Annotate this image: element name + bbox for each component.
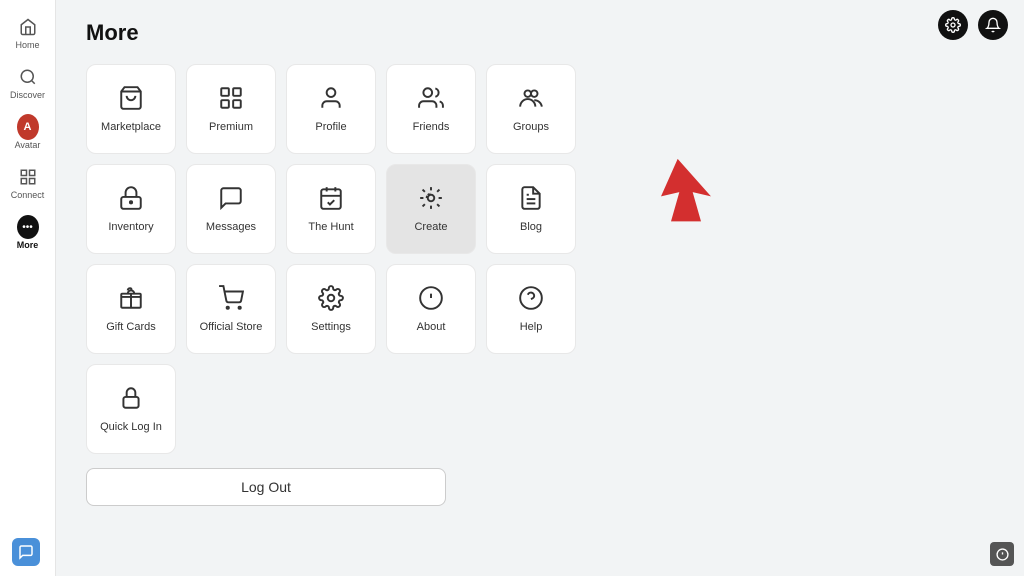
friends-label: Friends [413,121,450,133]
giftcards-label: Gift Cards [106,321,156,333]
sidebar-item-discover-label: Discover [10,90,45,100]
grid-row-1: Marketplace Premium Profile [86,64,994,154]
more-icon: ••• [17,216,39,238]
main-content: More Marketplace Premiu [56,0,1024,576]
sidebar-item-more[interactable]: ••• More [0,210,55,256]
blog-icon [518,185,544,215]
top-right-actions [938,10,1008,40]
grid-item-inventory[interactable]: Inventory [86,164,176,254]
logout-row: Log Out [86,468,994,506]
settings-icon [318,285,344,315]
bottom-chat-icon[interactable] [12,538,40,566]
grid-item-blog[interactable]: Blog [486,164,576,254]
grid-item-help[interactable]: Help [486,264,576,354]
profile-label: Profile [315,121,346,133]
home-icon [17,16,39,38]
grid-item-giftcards[interactable]: Gift Cards [86,264,176,354]
grid-item-profile[interactable]: Profile [286,64,376,154]
sidebar-item-avatar[interactable]: A Avatar [0,110,55,156]
help-icon [518,285,544,315]
messages-label: Messages [206,221,256,233]
groups-label: Groups [513,121,549,133]
officialstore-label: Official Store [200,321,263,333]
sidebar-item-more-label: More [17,240,39,250]
grid-row-4: Quick Log In [86,364,994,454]
sidebar-item-connect[interactable]: Connect [0,160,55,206]
sidebar-item-avatar-label: Avatar [15,140,41,150]
create-icon [418,185,444,215]
connect-icon [17,166,39,188]
grid-item-premium[interactable]: Premium [186,64,276,154]
inventory-label: Inventory [108,221,153,233]
sidebar-item-connect-label: Connect [11,190,45,200]
page-title: More [86,20,994,46]
sidebar-item-discover[interactable]: Discover [0,60,55,106]
logout-button[interactable]: Log Out [86,468,446,506]
sidebar-item-home[interactable]: Home [0,10,55,56]
grid-item-thehunt[interactable]: The Hunt [286,164,376,254]
grid-item-messages[interactable]: Messages [186,164,276,254]
giftcards-icon [118,285,144,315]
notification-icon[interactable] [978,10,1008,40]
grid-item-groups[interactable]: Groups [486,64,576,154]
messages-icon [218,185,244,215]
officialstore-icon [218,285,244,315]
quicklogin-icon [118,385,144,415]
bottom-right-icon [990,542,1014,566]
marketplace-icon [118,85,144,115]
discover-icon [17,66,39,88]
grid-item-about[interactable]: About [386,264,476,354]
create-label: Create [414,221,447,233]
grid-item-friends[interactable]: Friends [386,64,476,154]
marketplace-label: Marketplace [101,121,161,133]
profile-icon [318,85,344,115]
settings-label: Settings [311,321,351,333]
sidebar: Home Discover A Avatar Connect ••• More [0,0,56,576]
blog-label: Blog [520,221,542,233]
about-label: About [417,321,446,333]
quicklogin-label: Quick Log In [100,421,162,433]
thehunt-label: The Hunt [308,221,353,233]
about-icon [418,285,444,315]
grid-item-officialstore[interactable]: Official Store [186,264,276,354]
premium-icon [218,85,244,115]
friends-icon [418,85,444,115]
avatar-icon: A [17,116,39,138]
help-label: Help [520,321,543,333]
inventory-icon [118,185,144,215]
grid-item-settings[interactable]: Settings [286,264,376,354]
grid-item-marketplace[interactable]: Marketplace [86,64,176,154]
grid-row-2: Inventory Messages The Hunt [86,164,994,254]
groups-icon [518,85,544,115]
thehunt-icon [318,185,344,215]
grid-row-3: Gift Cards Official Store Settings [86,264,994,354]
sidebar-item-home-label: Home [15,40,39,50]
grid-item-quicklogin[interactable]: Quick Log In [86,364,176,454]
grid-item-create[interactable]: Create [386,164,476,254]
premium-label: Premium [209,121,253,133]
settings-top-icon[interactable] [938,10,968,40]
